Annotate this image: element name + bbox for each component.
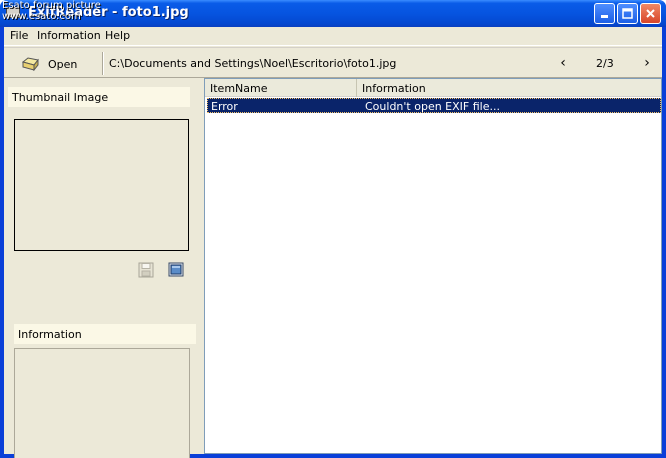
previous-button[interactable]: ‹: [556, 55, 570, 71]
column-header-itemname[interactable]: ItemName: [205, 79, 357, 97]
open-folder-icon: [22, 57, 39, 71]
watermark: Esato forum picture www.esato.com: [2, 0, 101, 22]
app-window: ExifReader - foto1.jpg Esato forum pictu…: [0, 0, 666, 458]
watermark-line-2: www.esato.com: [2, 11, 81, 22]
information-header: Information: [14, 324, 196, 344]
menu-help[interactable]: Help: [105, 29, 130, 42]
view-image-icon[interactable]: [168, 262, 184, 278]
minimize-icon: [601, 15, 608, 18]
chevron-right-icon: ›: [644, 55, 650, 71]
information-box: [14, 348, 190, 458]
thumbnail-header: Thumbnail Image: [8, 87, 190, 107]
file-path: C:\Documents and Settings\Noel\Escritori…: [109, 57, 397, 70]
chevron-left-icon: ‹: [560, 55, 566, 71]
column-header-information[interactable]: Information: [357, 79, 661, 97]
maximize-icon: [622, 8, 633, 19]
client-area: File Information Help Open C:\Documents …: [4, 27, 662, 458]
title-bar[interactable]: ExifReader - foto1.jpg Esato forum pictu…: [0, 0, 666, 27]
close-icon: [646, 9, 655, 18]
next-button[interactable]: ›: [640, 55, 654, 71]
thumbnail-image: [14, 119, 189, 251]
left-panel: Thumbnail Image Information: [4, 79, 200, 458]
menu-bar: File Information Help: [4, 27, 662, 46]
maximize-button[interactable]: [617, 3, 638, 24]
menu-information[interactable]: Information: [37, 29, 101, 42]
toolbar-separator: [102, 52, 104, 75]
close-button[interactable]: [640, 3, 661, 24]
cell-itemname: Error: [211, 100, 238, 113]
list-header: ItemName Information: [205, 79, 661, 97]
toolbar: Open C:\Documents and Settings\Noel\Escr…: [4, 47, 662, 78]
open-button-label: Open: [48, 57, 78, 71]
cell-information: Couldn't open EXIF file...: [365, 100, 500, 113]
page-counter: 2/3: [596, 57, 614, 70]
open-button[interactable]: Open: [22, 53, 96, 75]
minimize-button[interactable]: [594, 3, 615, 24]
menu-file[interactable]: File: [10, 29, 28, 42]
watermark-line-1: Esato forum picture: [2, 0, 101, 11]
exif-list: ItemName Information Error Couldn't open…: [204, 78, 662, 454]
save-icon[interactable]: [138, 262, 154, 278]
table-row[interactable]: Error Couldn't open EXIF file...: [207, 98, 661, 113]
